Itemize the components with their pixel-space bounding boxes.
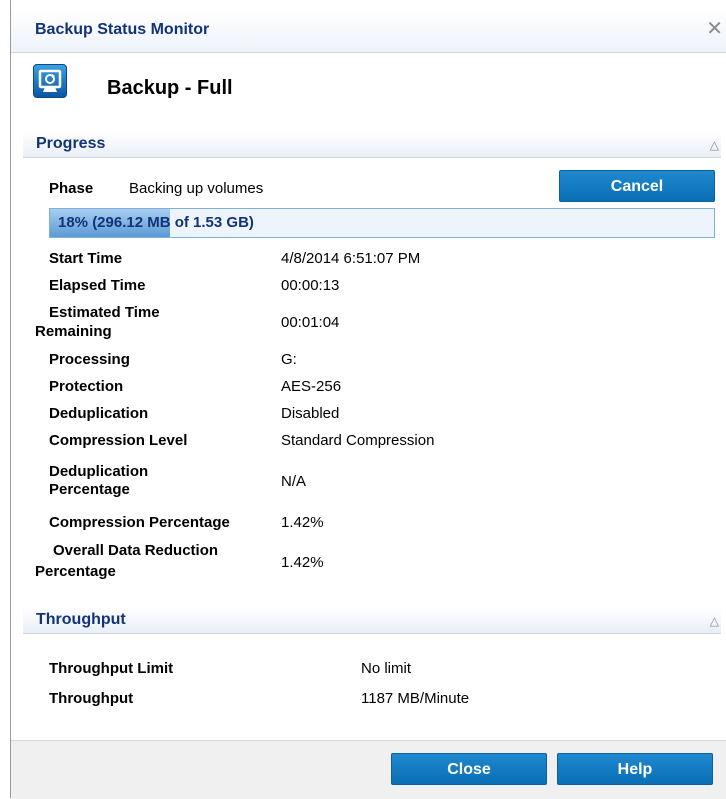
job-title: Backup - Full	[107, 77, 233, 99]
throughput-limit-value: No limit	[361, 660, 412, 677]
overall-reduction-label-line1: Overall Data Reduction	[53, 542, 219, 559]
throughput-section-label: Throughput	[36, 611, 126, 628]
processing-label: Processing	[49, 351, 130, 368]
dedup-percentage-value: N/A	[281, 473, 307, 490]
title-bar: Backup Status Monitor ✕	[11, 8, 726, 53]
throughput-section-header[interactable]: Throughput △	[23, 607, 721, 634]
close-button[interactable]: Close	[391, 753, 547, 785]
overall-reduction-label-line2: Percentage	[35, 563, 116, 580]
progress-section-label: Progress	[36, 135, 106, 152]
backup-monitor-icon	[33, 64, 67, 98]
close-icon[interactable]: ✕	[706, 16, 723, 41]
processing-value: G:	[281, 351, 297, 368]
progress-bar: 18% (296.12 MB of 1.53 GB)	[49, 208, 715, 238]
window-title: Backup Status Monitor	[35, 21, 210, 38]
overall-reduction-label-cont: Percentage	[35, 563, 116, 581]
cancel-button[interactable]: Cancel	[559, 170, 715, 202]
compression-level-label: Compression Level	[49, 432, 188, 449]
throughput-value: 1187 MB/Minute	[361, 690, 470, 707]
dedup-percentage-label-line1: Deduplication	[49, 463, 149, 480]
backup-status-dialog: Backup Status Monitor ✕ Backup - Full Pr…	[10, 0, 726, 799]
throughput-limit-label: Throughput Limit	[49, 660, 174, 677]
collapse-up-icon[interactable]: △	[710, 138, 719, 152]
collapse-up-icon[interactable]: △	[710, 614, 719, 628]
dialog-footer: Close Help	[11, 740, 726, 799]
estimated-time-value: 00:01:04	[281, 314, 340, 331]
compression-percentage-value: 1.42%	[281, 514, 324, 531]
dedup-percentage-label-line2: Percentage	[49, 481, 130, 498]
elapsed-time-label: Elapsed Time	[49, 277, 146, 294]
deduplication-label: Deduplication	[49, 405, 149, 422]
help-button[interactable]: Help	[557, 753, 713, 785]
protection-value: AES-256	[281, 378, 342, 395]
compression-level-value: Standard Compression	[281, 432, 435, 449]
start-time-label: Start Time	[49, 250, 123, 267]
start-time-value: 4/8/2014 6:51:07 PM	[281, 250, 421, 267]
estimated-time-label-cont: Remaining	[35, 323, 112, 341]
progress-text: 18% (296.12 MB of 1.53 GB)	[58, 214, 254, 231]
compression-percentage-label: Compression Percentage	[49, 514, 230, 531]
overall-reduction-label: Overall Data Reduction	[53, 542, 218, 560]
dedup-percentage-label: Deduplication Percentage	[49, 463, 148, 499]
estimated-time-label-line2: Remaining	[35, 323, 112, 340]
throughput-label: Throughput	[49, 690, 134, 707]
estimated-time-label-line1: Estimated Time	[49, 304, 160, 321]
phase-label: Phase	[49, 180, 94, 197]
progress-section-header[interactable]: Progress △	[23, 131, 721, 158]
elapsed-time-value: 00:00:13	[281, 277, 340, 294]
protection-label: Protection	[49, 378, 124, 395]
overall-reduction-value: 1.42%	[281, 554, 324, 571]
phase-value: Backing up volumes	[129, 180, 264, 197]
deduplication-value: Disabled	[281, 405, 340, 422]
estimated-time-label: Estimated Time	[49, 304, 160, 322]
